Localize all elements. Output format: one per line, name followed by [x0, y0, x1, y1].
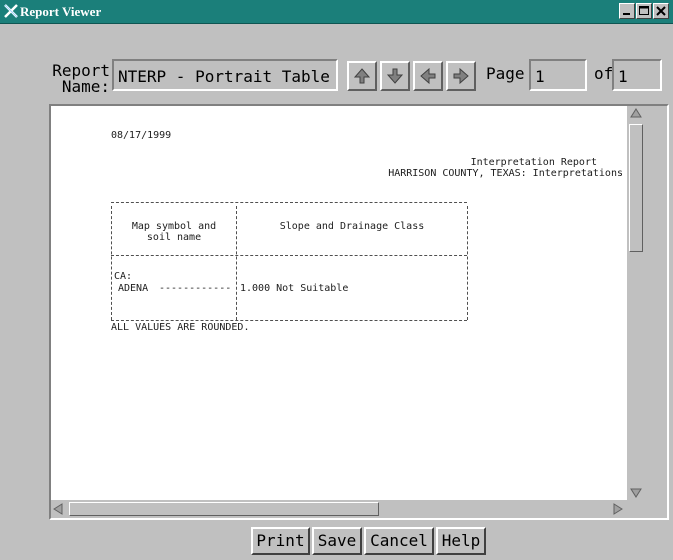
report-name-field[interactable]: NTERP - Portrait Table — [112, 59, 338, 91]
scroll-right-icon[interactable] — [611, 502, 625, 516]
maximize-button[interactable] — [636, 3, 652, 19]
minimize-button[interactable] — [619, 3, 635, 19]
report-subtitle: HARRISON COUNTY, TEXAS: Interpretations — [388, 168, 623, 179]
arrow-left-icon — [420, 67, 436, 85]
arrow-up-icon — [353, 68, 371, 84]
arrow-right-icon — [453, 67, 469, 85]
title-bar[interactable]: Report Viewer — [0, 0, 673, 24]
page-number-value: 1 — [535, 67, 545, 86]
horizontal-scroll-thumb[interactable] — [69, 502, 379, 516]
window-title: Report Viewer — [20, 4, 102, 19]
report-footer-note: ALL VALUES ARE ROUNDED. — [111, 322, 250, 333]
page-number-field[interactable]: 1 — [529, 59, 587, 91]
print-button[interactable]: Print — [251, 527, 310, 555]
vertical-scroll-thumb[interactable] — [629, 124, 643, 252]
cancel-button[interactable]: Cancel — [364, 527, 434, 555]
scroll-down-icon[interactable] — [629, 486, 643, 500]
x-app-icon — [4, 4, 18, 18]
minimize-icon — [623, 13, 630, 15]
save-button[interactable]: Save — [312, 527, 362, 555]
table-row-leader: ------------ — [159, 283, 232, 294]
report-name-value: NTERP - Portrait Table — [118, 67, 330, 86]
up-arrow-button[interactable] — [347, 61, 377, 91]
total-pages-field: 1 — [612, 59, 662, 91]
table-group-label: CA: — [114, 271, 133, 282]
header-col-soil-name: soil name — [146, 232, 202, 243]
maximize-icon — [639, 6, 649, 15]
header-col-slope-drainage: Slope and Drainage Class — [279, 221, 425, 232]
page-label: Page — [486, 64, 525, 83]
help-button[interactable]: Help — [436, 527, 486, 555]
report-date: 08/17/1999 — [111, 130, 172, 141]
total-pages-value: 1 — [618, 67, 628, 86]
report-page: 08/17/1999 Interpretation Report HARRISO… — [51, 106, 627, 500]
right-arrow-button[interactable] — [446, 61, 476, 91]
close-icon — [656, 6, 666, 16]
report-name-label: Report Name: — [52, 61, 110, 96]
of-label: of — [594, 64, 614, 83]
down-arrow-button[interactable] — [380, 61, 410, 91]
report-viewer: 08/17/1999 Interpretation Report HARRISO… — [49, 104, 669, 520]
vertical-scrollbar[interactable] — [629, 106, 643, 500]
arrow-down-icon — [386, 68, 404, 84]
table-row-name: ADENA — [118, 283, 149, 294]
table-row-value: 1.000 Not Suitable — [240, 283, 349, 294]
report-title: Interpretation Report — [470, 157, 597, 168]
header-col-map-symbol: Map symbol and — [131, 221, 217, 232]
horizontal-scrollbar[interactable] — [51, 502, 627, 516]
left-arrow-button[interactable] — [413, 61, 443, 91]
close-button[interactable] — [653, 3, 669, 19]
scroll-up-icon[interactable] — [629, 106, 643, 120]
scroll-left-icon[interactable] — [51, 502, 65, 516]
